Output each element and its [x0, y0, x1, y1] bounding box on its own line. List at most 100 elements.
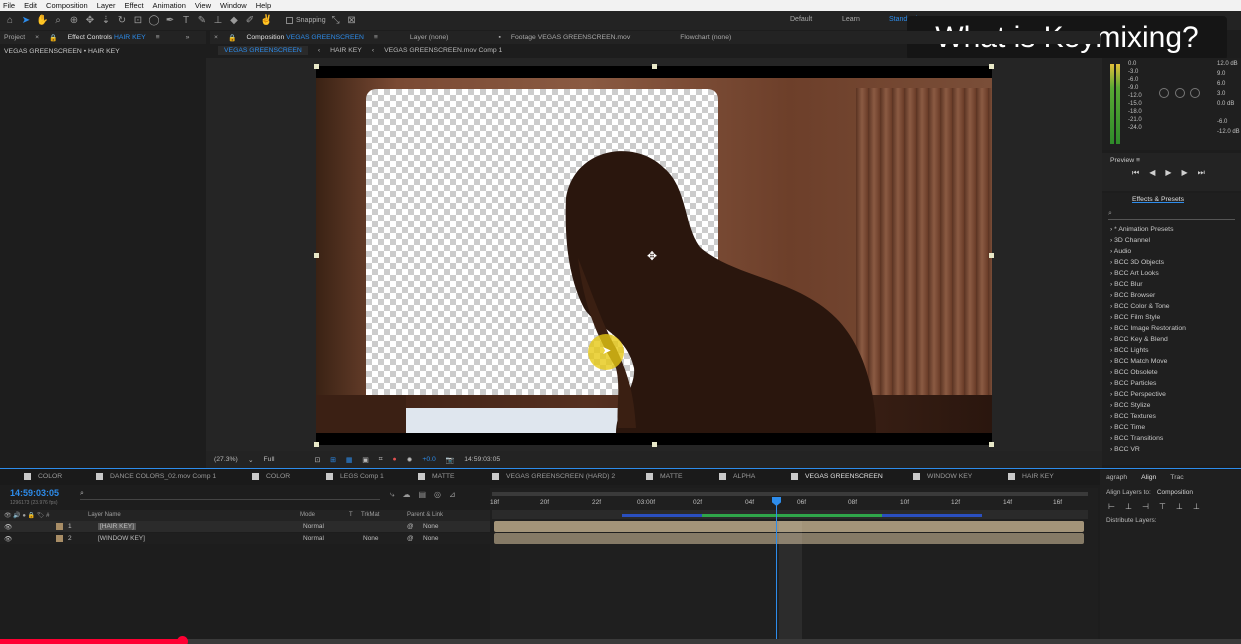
fit-icon[interactable]: ⊡: [314, 456, 320, 464]
effects-category[interactable]: › BCC Transitions: [1102, 433, 1241, 444]
previous-frame-icon[interactable]: ◀: [1149, 168, 1155, 178]
orbit-camera-icon[interactable]: ⊕: [68, 15, 80, 27]
effects-category[interactable]: › BCC Key & Blend: [1102, 334, 1241, 345]
align-left-icon[interactable]: ⊢: [1108, 502, 1115, 511]
volume-knob[interactable]: [1175, 88, 1185, 98]
align-top-icon[interactable]: ⊤: [1159, 502, 1166, 511]
roto-brush-icon[interactable]: ✐: [244, 15, 256, 27]
resolution-select[interactable]: Full: [264, 456, 275, 463]
panel-menu-icon[interactable]: ≡: [374, 34, 378, 41]
grid-icon[interactable]: ▦: [346, 456, 352, 464]
pen-tool-icon[interactable]: ✒: [164, 15, 176, 27]
transform-handle[interactable]: [314, 64, 319, 69]
brush-tool-icon[interactable]: ✎: [196, 15, 208, 27]
menu-item-composition[interactable]: Composition: [46, 1, 88, 10]
hand-tool-icon[interactable]: ✋: [36, 15, 48, 27]
timeline-timecode[interactable]: 14:59:03:05: [10, 488, 59, 498]
snapping-toggle[interactable]: Snapping: [286, 17, 326, 24]
align-right-icon[interactable]: ⊣: [1142, 502, 1149, 511]
timeline-search-input[interactable]: ⌕: [80, 490, 380, 500]
eraser-tool-icon[interactable]: ◆: [228, 15, 240, 27]
comp-flowchart-icon[interactable]: ⤷: [390, 490, 394, 500]
tab-tracker[interactable]: Trac: [1170, 474, 1183, 481]
pan-camera-icon[interactable]: ✥: [84, 15, 96, 27]
effects-category[interactable]: › BCC VR: [1102, 444, 1241, 455]
timeline-tab[interactable]: ALPHA: [719, 473, 755, 480]
timeline-tab[interactable]: COLOR: [252, 473, 290, 480]
visibility-eye-icon[interactable]: 👁: [4, 535, 12, 543]
layer-mode[interactable]: Normal: [303, 535, 324, 542]
selection-tool-icon[interactable]: ➤: [20, 15, 32, 27]
rotation-tool-icon[interactable]: ↻: [116, 15, 128, 27]
effects-category[interactable]: › BCC Match Move: [1102, 356, 1241, 367]
table-row[interactable]: 👁 1 [HAIR KEY] Normal @ None: [0, 521, 490, 532]
timeline-tab[interactable]: HAIR KEY: [1008, 473, 1054, 480]
transform-handle[interactable]: [652, 442, 657, 447]
timeline-tab[interactable]: MATTE: [418, 473, 455, 480]
tab-layer[interactable]: Layer (none): [410, 34, 449, 41]
effects-category[interactable]: › BCC Color & Tone: [1102, 301, 1241, 312]
breadcrumb-item[interactable]: VEGAS GREENSCREEN: [218, 46, 308, 55]
volume-knob[interactable]: [1190, 88, 1200, 98]
region-of-interest-icon[interactable]: ⌗: [379, 456, 383, 464]
layer-parent[interactable]: None: [423, 523, 439, 530]
anchor-point-icon[interactable]: ✥: [647, 249, 657, 263]
menu-item-effect[interactable]: Effect: [124, 1, 143, 10]
effects-category[interactable]: › BCC Stylize: [1102, 400, 1241, 411]
lock-icon[interactable]: 🔒: [228, 34, 236, 42]
effects-category[interactable]: › BCC Obsolete: [1102, 367, 1241, 378]
exposure-value[interactable]: +0.0: [422, 456, 435, 463]
effects-category[interactable]: › 3D Channel: [1102, 235, 1241, 246]
transform-handle[interactable]: [314, 253, 319, 258]
panel-menu-icon[interactable]: ≡: [156, 34, 160, 41]
transform-handle[interactable]: [989, 442, 994, 447]
menu-item-window[interactable]: Window: [220, 1, 247, 10]
timeline-tab[interactable]: MATTE: [646, 473, 683, 480]
motion-blur-icon[interactable]: ◎: [434, 490, 441, 500]
workspace-default[interactable]: Default: [790, 16, 812, 23]
timeline-tab[interactable]: VEGAS GREENSCREEN: [791, 473, 883, 480]
effects-category[interactable]: › BCC Art Looks: [1102, 268, 1241, 279]
tab-composition[interactable]: Composition VEGAS GREENSCREEN: [246, 34, 363, 41]
align-hcenter-icon[interactable]: ⊥: [1125, 502, 1132, 511]
close-icon[interactable]: ×: [214, 34, 218, 41]
transform-handle[interactable]: [652, 64, 657, 69]
zoom-select[interactable]: (27.3%): [214, 456, 238, 463]
panel-menu-icon[interactable]: ≡: [1136, 157, 1140, 164]
col-layer-name[interactable]: Layer Name: [88, 512, 121, 518]
align-to-select[interactable]: Composition: [1157, 489, 1193, 496]
snap-edges-icon[interactable]: ⤡: [330, 15, 342, 27]
menu-item-view[interactable]: View: [195, 1, 211, 10]
layer-name[interactable]: [WINDOW KEY]: [98, 535, 145, 542]
timeline-tab[interactable]: DANCE COLORS_02.mov Comp 1: [96, 473, 216, 480]
layer-parent[interactable]: None: [423, 535, 439, 542]
tab-flowchart[interactable]: Flowchart (none): [680, 34, 731, 41]
effects-category[interactable]: › * Animation Presets: [1102, 224, 1241, 235]
close-icon[interactable]: ×: [35, 34, 39, 41]
layer-trkmat[interactable]: None: [363, 535, 379, 542]
transform-handle[interactable]: [314, 442, 319, 447]
timeline-tab[interactable]: WINDOW KEY: [913, 473, 972, 480]
expand-panels-icon[interactable]: »: [186, 34, 190, 41]
snap-grid-icon[interactable]: ⊠: [346, 15, 358, 27]
layer-mode[interactable]: Normal: [303, 523, 324, 530]
last-frame-icon[interactable]: ⏭: [1198, 168, 1205, 178]
mask-visibility-icon[interactable]: ▣: [362, 456, 368, 464]
exposure-icon[interactable]: ✹: [407, 456, 413, 464]
col-parent[interactable]: Parent & Link: [407, 512, 443, 518]
breadcrumb-item[interactable]: HAIR KEY: [330, 47, 362, 54]
effects-category[interactable]: › BCC Time: [1102, 422, 1241, 433]
effects-category[interactable]: › BCC Particles: [1102, 378, 1241, 389]
timeline-tab[interactable]: LEGS Comp 1: [326, 473, 384, 480]
frame-blending-icon[interactable]: ▤: [418, 490, 426, 500]
effects-category[interactable]: › BCC Textures: [1102, 411, 1241, 422]
effects-category[interactable]: › BCC 3D Objects: [1102, 257, 1241, 268]
first-frame-icon[interactable]: ⏮: [1132, 168, 1139, 178]
breadcrumb-item[interactable]: VEGAS GREENSCREEN.mov Comp 1: [384, 47, 502, 54]
effects-category[interactable]: › BCC Perspective: [1102, 389, 1241, 400]
effects-category[interactable]: › Audio: [1102, 246, 1241, 257]
type-tool-icon[interactable]: T: [180, 15, 192, 27]
effects-category[interactable]: › BCC Browser: [1102, 290, 1241, 301]
col-t[interactable]: T: [349, 512, 353, 518]
snapshot-icon[interactable]: 📷: [446, 456, 454, 464]
